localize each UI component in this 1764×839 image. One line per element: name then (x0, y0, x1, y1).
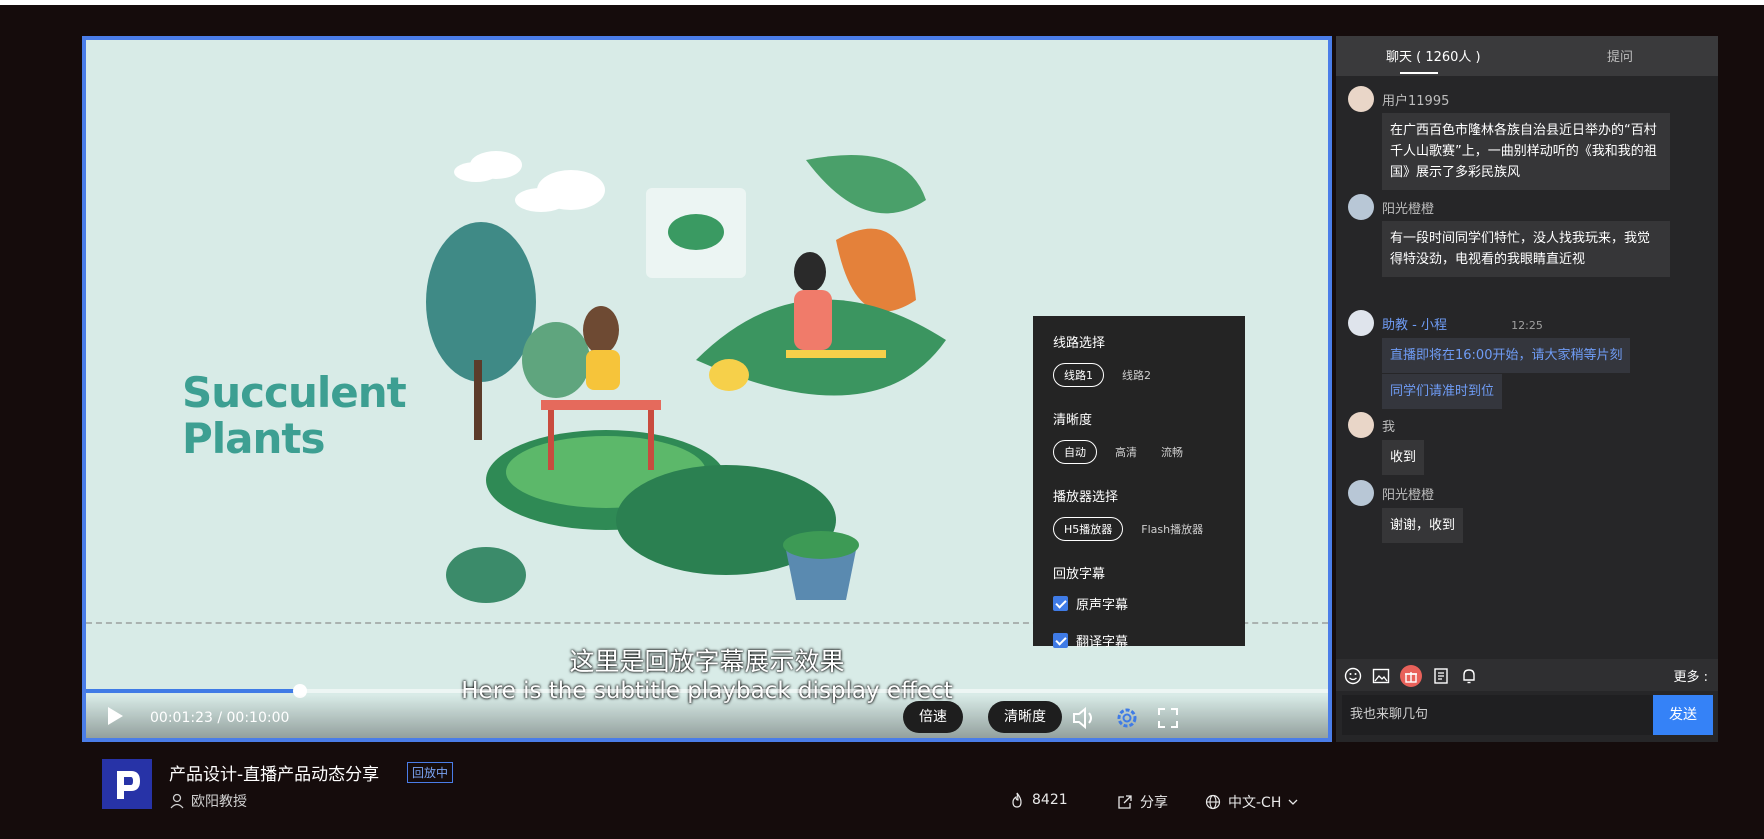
player-option-h5[interactable]: H5播放器 (1053, 517, 1124, 541)
image-icon[interactable] (1372, 667, 1390, 685)
time-display: 00:01:23 / 00:10:00 (150, 710, 289, 726)
avatar (1348, 86, 1374, 112)
chat-username: 阳光橙橙 (1382, 202, 1435, 217)
language-select[interactable]: 中文-CH (1205, 792, 1306, 812)
quality-button[interactable]: 清晰度 (988, 701, 1062, 733)
view-count-value: 8421 (1032, 792, 1068, 808)
quality-option-smooth[interactable]: 流畅 (1161, 444, 1183, 460)
logo-p-icon (117, 771, 140, 799)
teacher: 欧阳教授 (169, 791, 247, 811)
flame-icon (1012, 792, 1022, 808)
player-settings-panel: 线路选择 线路1 线路2 清晰度 自动 高清 流畅 播放器选择 H5播放器 Fl… (1033, 316, 1245, 650)
chat-toolbar: 更多 : (1336, 659, 1718, 691)
gift-icon[interactable] (1399, 664, 1423, 688)
avatar (1348, 480, 1374, 506)
time-separator: / (217, 710, 223, 726)
more-button[interactable]: 更多 : (1673, 666, 1708, 685)
course-title: 产品设计-直播产品动态分享 (169, 765, 380, 785)
replay-badge: 回放中 (407, 762, 454, 783)
app-frame: Succulent Plants 线路选择 线路1 线路2 清晰度 自动 高清 … (0, 5, 1764, 839)
route-option-2[interactable]: 线路2 (1122, 367, 1151, 383)
subtitle-original-checkbox[interactable]: 原声字幕 (1053, 594, 1245, 613)
quality-option-auto[interactable]: 自动 (1053, 440, 1097, 464)
teacher-name: 欧阳教授 (191, 794, 247, 810)
chat-bubble: 谢谢，收到 (1382, 508, 1464, 543)
view-count: 8421 (1009, 792, 1068, 808)
tab-ask[interactable]: 提问 (1607, 46, 1633, 65)
chat-bubble: 直播即将在16:00开始，请大家稍等片刻 (1382, 338, 1631, 373)
share-label: 分享 (1140, 795, 1168, 811)
emoji-icon[interactable] (1344, 667, 1362, 685)
tab-active-indicator (1400, 72, 1438, 74)
video-player[interactable]: Succulent Plants 线路选择 线路1 线路2 清晰度 自动 高清 … (82, 36, 1332, 742)
time-total: 00:10:00 (226, 710, 290, 726)
volume-icon[interactable] (1070, 705, 1096, 731)
tab-chat[interactable]: 聊天 ( 1260人 ) (1386, 46, 1481, 65)
chat-panel: 聊天 ( 1260人 ) 提问 用户11995 在广西百色市隆林各族自治县近日举… (1336, 36, 1718, 742)
bell-icon[interactable] (1460, 667, 1478, 685)
chat-username: 用户11995 (1382, 94, 1450, 109)
time-current: 00:01:23 (150, 710, 213, 726)
video-brand-title: Succulent Plants (182, 368, 407, 463)
notes-icon[interactable] (1432, 667, 1450, 685)
chat-username: 助教 - 小程 (1382, 318, 1447, 333)
play-icon[interactable] (108, 707, 123, 725)
globe-icon (1205, 794, 1221, 810)
language-value: 中文-CH (1228, 795, 1282, 811)
quality-option-hd[interactable]: 高清 (1115, 444, 1137, 460)
player-controls: 00:01:23 / 00:10:00 倍速 清晰度 (86, 695, 1328, 738)
chat-bubble: 同学们请准时到位 (1382, 374, 1503, 409)
chat-input[interactable]: 我也来聊几句 (1342, 695, 1658, 735)
chat-tabs: 聊天 ( 1260人 ) 提问 (1336, 36, 1718, 76)
share-icon (1118, 795, 1132, 809)
course-info-bar: 产品设计-直播产品动态分享 回放中 欧阳教授 8421 分享 中文-CH (82, 745, 1332, 839)
progress-fill (86, 689, 300, 693)
course-logo (102, 759, 152, 809)
checkbox-checked-icon (1053, 596, 1068, 611)
progress-bar[interactable] (86, 684, 1328, 698)
subtitle-original-label: 原声字幕 (1076, 598, 1129, 613)
share-button[interactable]: 分享 (1117, 792, 1168, 812)
user-icon (170, 793, 184, 809)
player-option-flash[interactable]: Flash播放器 (1141, 521, 1203, 537)
subtitle-title: 回放字幕 (1053, 567, 1106, 582)
route-title: 线路选择 (1053, 336, 1106, 351)
chat-username: 阳光橙橙 (1382, 488, 1435, 503)
avatar (1348, 310, 1374, 336)
quality-title: 清晰度 (1053, 413, 1093, 428)
route-option-1[interactable]: 线路1 (1053, 363, 1104, 387)
fullscreen-icon[interactable] (1155, 705, 1181, 731)
avatar (1348, 194, 1374, 220)
subtitle-chinese: 这里是回放字幕展示效果 (569, 647, 845, 676)
send-button[interactable]: 发送 (1653, 695, 1713, 735)
speed-button[interactable]: 倍速 (903, 701, 963, 733)
chevron-down-icon (1288, 799, 1298, 805)
player-title: 播放器选择 (1053, 490, 1119, 505)
avatar (1348, 412, 1374, 438)
chat-bubble: 有一段时间同学们特忙，没人找我玩来，我觉得特没劲，电视看的我眼睛直近视 (1382, 221, 1670, 277)
chat-username: 我 (1382, 420, 1396, 435)
chat-bubble: 在广西百色市隆林各族自治县近日举办的“百村千人山歌赛”上，一曲别样动听的《我和我… (1382, 113, 1670, 190)
chat-bubble: 收到 (1382, 440, 1425, 475)
settings-gear-icon[interactable] (1114, 705, 1140, 731)
